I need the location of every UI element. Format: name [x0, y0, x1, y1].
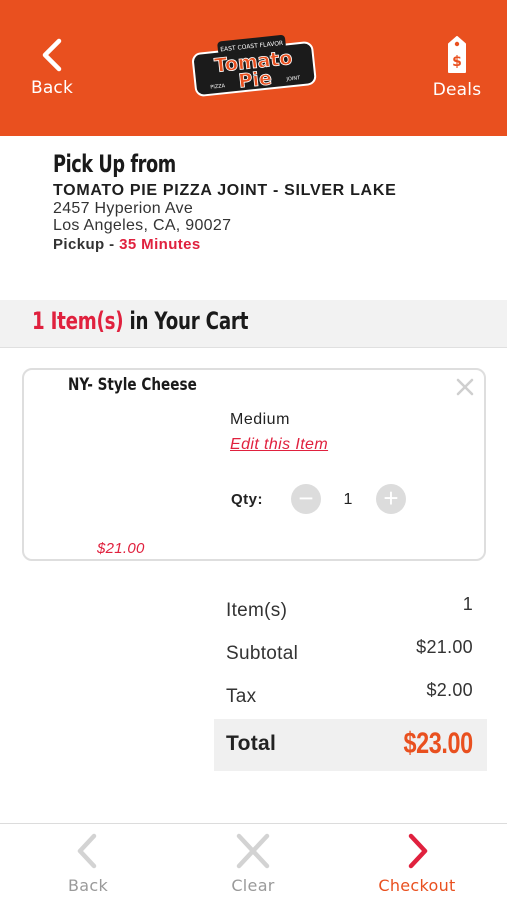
- footer-checkout-button[interactable]: Checkout: [357, 832, 477, 895]
- chevron-right-icon: [408, 833, 428, 869]
- footer-clear-button[interactable]: Clear: [193, 832, 313, 895]
- subtotal-label: Subtotal: [226, 643, 299, 664]
- store-address-line1: 2457 Hyperion Ave: [53, 200, 194, 217]
- item-price: $21.00: [97, 540, 145, 557]
- pickup-time-value: 35 Minutes: [119, 236, 201, 253]
- header-deals-label: Deals: [432, 80, 482, 100]
- qty-label: Qty:: [231, 491, 263, 508]
- totals-row-tax: Tax $2.00: [214, 678, 487, 721]
- chevron-left-icon: [42, 38, 62, 72]
- footer-clear-label: Clear: [231, 876, 275, 895]
- chevron-left-icon: [77, 833, 97, 869]
- tax-label: Tax: [226, 686, 257, 707]
- footer-checkout-label: Checkout: [378, 876, 456, 895]
- cart-item-count: 1 Item(s): [32, 307, 124, 335]
- totals-row-total: Total $23.00: [214, 719, 487, 771]
- header-back-button[interactable]: Back: [18, 38, 86, 98]
- tax-value: $2.00: [426, 680, 473, 700]
- pickup-info: Pick Up from TOMATO PIE PIZZA JOINT - SI…: [53, 150, 483, 253]
- totals-row-items: Item(s) 1: [214, 592, 487, 635]
- footer-back-button[interactable]: Back: [28, 832, 148, 895]
- edit-item-link[interactable]: Edit this Item: [230, 436, 328, 454]
- bottom-action-bar: Back Clear Checkout: [0, 823, 507, 900]
- header-deals-button[interactable]: $ Deals: [425, 36, 489, 100]
- items-count-value: 1: [462, 594, 473, 614]
- cart-summary-bar: 1 Item(s) in Your Cart: [0, 300, 507, 348]
- tomato-pie-logo: EAST COAST FLAVOR Tomato Pie PIZZA JOINT: [190, 34, 318, 102]
- header-back-label: Back: [30, 78, 74, 98]
- close-icon[interactable]: [454, 376, 476, 398]
- qty-increase-button[interactable]: +: [376, 484, 406, 514]
- items-count-label: Item(s): [226, 600, 288, 621]
- item-size: Medium: [230, 411, 290, 428]
- store-name: TOMATO PIE PIZZA JOINT - SILVER LAKE: [53, 182, 397, 199]
- cart-title-suffix: in Your Cart: [123, 307, 249, 335]
- cart-item-card: NY- Style Cheese Medium Edit this Item Q…: [22, 368, 486, 561]
- order-totals: Item(s) 1 Subtotal $21.00 Tax $2.00 Tota…: [214, 592, 487, 771]
- total-label: Total: [226, 732, 277, 755]
- pickup-time-label: Pickup -: [53, 236, 120, 253]
- item-name: NY- Style Cheese: [68, 375, 197, 395]
- store-address-line2: Los Angeles, CA, 90027: [53, 217, 232, 234]
- app-header: Back EAST COAST FLAVOR Tomato Pie PIZZA …: [0, 0, 507, 136]
- qty-value: 1: [343, 491, 353, 508]
- clear-x-icon: [236, 833, 270, 869]
- subtotal-value: $21.00: [416, 637, 473, 657]
- price-tag-icon: $: [448, 36, 466, 73]
- pickup-time: Pickup - 35 Minutes: [53, 236, 483, 253]
- qty-decrease-button[interactable]: −: [291, 484, 321, 514]
- totals-row-subtotal: Subtotal $21.00: [214, 635, 487, 678]
- svg-text:Pie: Pie: [238, 67, 273, 92]
- footer-back-label: Back: [67, 876, 109, 895]
- total-value: $23.00: [403, 727, 474, 760]
- cart-title: 1 Item(s) in Your Cart: [32, 307, 248, 335]
- svg-text:$: $: [452, 54, 462, 70]
- pickup-heading: Pick Up from: [53, 150, 176, 178]
